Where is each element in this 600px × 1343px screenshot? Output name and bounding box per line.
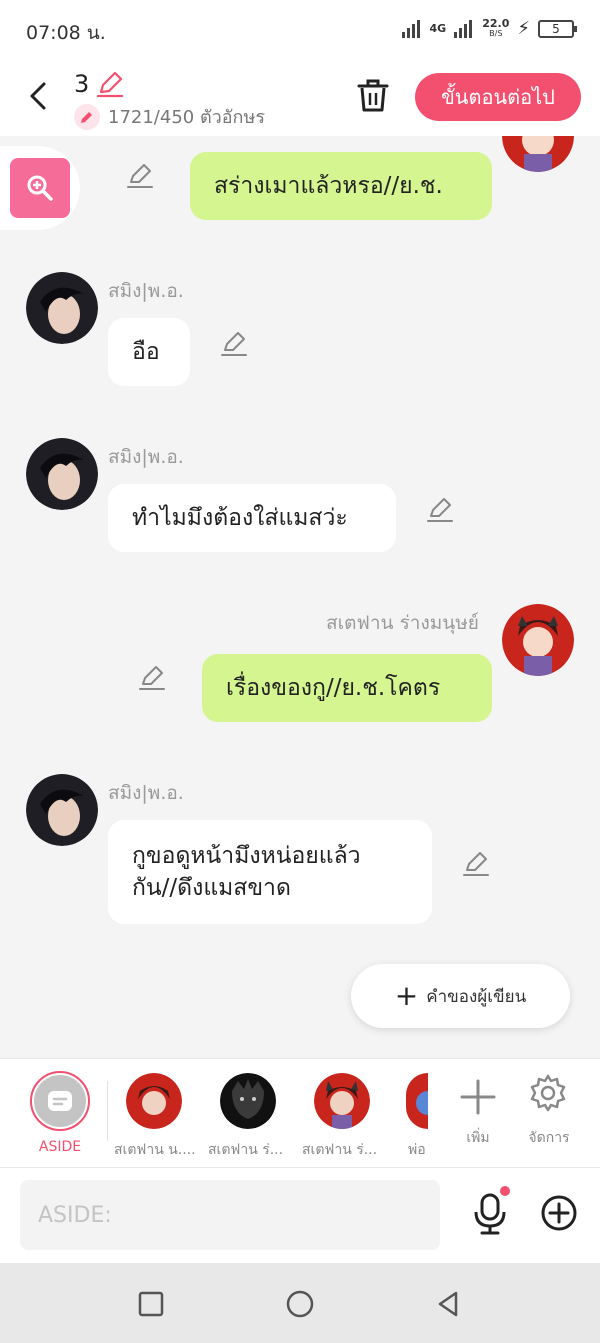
character-avatar[interactable]: [406, 1073, 428, 1129]
manage-characters-label[interactable]: จัดการ: [520, 1127, 578, 1149]
home-circle-icon[interactable]: [285, 1289, 315, 1319]
character-name[interactable]: สเตฟาน น....: [114, 1139, 196, 1161]
message-text: อือ: [132, 339, 160, 365]
recent-apps-square-icon[interactable]: [136, 1289, 166, 1319]
episode-number: 3: [74, 70, 90, 98]
character-avatar[interactable]: [126, 1073, 182, 1129]
signal-icon: [401, 19, 422, 38]
character-avatar[interactable]: [220, 1073, 276, 1129]
aside-character-button[interactable]: [30, 1071, 90, 1131]
add-character-plus-icon[interactable]: [456, 1075, 500, 1119]
microphone-icon[interactable]: [470, 1192, 510, 1236]
back-arrow-icon[interactable]: [20, 76, 56, 116]
message-bubble[interactable]: เรื่องของกู//ย.ช.โคตร: [202, 654, 492, 722]
message-bubble[interactable]: อือ: [108, 318, 190, 386]
chat-area[interactable]: สร่างเมาแล้วหรอ//ย.ช. สมิง|พ.อ. อือ สมิง…: [0, 136, 600, 1058]
network-type: 4G: [429, 22, 447, 35]
status-bar: 07:08 น. 4G 22.0 B/S ⚡ 5: [0, 0, 600, 60]
avatar-sming[interactable]: [26, 774, 98, 846]
character-avatar[interactable]: [314, 1073, 370, 1129]
narration-icon: [48, 1091, 72, 1111]
editor-header: 3 1721/450 ตัวอักษร ขั้นตอนต่อไป: [0, 60, 600, 136]
message-bubble[interactable]: สร่างเมาแล้วหรอ//ย.ช.: [190, 152, 492, 220]
zoom-in-button[interactable]: [10, 158, 70, 218]
avatar-stefan[interactable]: [502, 136, 574, 172]
trash-icon[interactable]: [355, 76, 391, 116]
character-count: 1721/450 ตัวอักษร: [74, 102, 265, 131]
sender-name: สมิง|พ.อ.: [108, 446, 184, 468]
edit-message-pencil-icon[interactable]: [220, 330, 248, 358]
message-text: สร่างเมาแล้วหรอ//ย.ช.: [214, 173, 443, 199]
battery-icon: 5: [538, 19, 577, 38]
sender-name: สมิง|พ.อ.: [108, 280, 184, 302]
sender-name: สมิง|พ.อ.: [108, 782, 184, 804]
status-time: 07:08 น.: [26, 22, 106, 44]
back-triangle-icon[interactable]: [434, 1289, 464, 1319]
pencil-badge-icon: [74, 103, 100, 130]
edit-message-pencil-icon[interactable]: [126, 162, 154, 190]
aside-label: ASIDE: [38, 1139, 82, 1155]
data-speed: 22.0 B/S: [482, 16, 510, 38]
add-character-label[interactable]: เพิ่ม: [456, 1127, 500, 1149]
message-bubble[interactable]: กูขอดูหน้ามึงหน่อยแล้ว กัน//ดึงแมสขาด: [108, 820, 432, 924]
message-text: เรื่องของกู//ย.ช.โคตร: [226, 675, 441, 701]
status-icons: 4G 22.0 B/S ⚡ 5: [401, 16, 577, 39]
character-name[interactable]: สเตฟาน ร่...: [208, 1139, 290, 1161]
sender-name: สเตฟาน ร่างมนุษย์: [326, 612, 479, 634]
character-name[interactable]: พ่อ: [408, 1139, 430, 1161]
signal-icon-2: [454, 19, 474, 38]
writer-note-label: คำของผู้เขียน: [426, 986, 527, 1007]
avatar-sming[interactable]: [26, 272, 98, 344]
edit-message-pencil-icon[interactable]: [138, 664, 166, 692]
notification-dot: [500, 1186, 510, 1196]
input-bar: [0, 1168, 600, 1263]
avatar-sming[interactable]: [26, 438, 98, 510]
plus-icon: +: [394, 979, 419, 1012]
charging-icon: ⚡: [517, 18, 530, 39]
edit-message-pencil-icon[interactable]: [462, 850, 490, 878]
message-text-line: กูขอดูหน้ามึงหน่อยแล้ว: [132, 843, 361, 869]
next-step-button[interactable]: ขั้นตอนต่อไป: [415, 73, 581, 121]
character-selector: ASIDE สเตฟาน น.... สเตฟาน ร่... สเตฟาน ร…: [0, 1058, 600, 1168]
character-name[interactable]: สเตฟาน ร่...: [302, 1139, 384, 1161]
aside-avatar: [34, 1075, 86, 1127]
system-nav-bar: [0, 1263, 600, 1343]
message-text: ทำไมมึงต้องใส่แมสว่ะ: [132, 505, 348, 531]
message-input[interactable]: [20, 1180, 440, 1250]
add-circle-icon[interactable]: [540, 1194, 578, 1232]
gear-icon[interactable]: [528, 1073, 568, 1113]
zoom-in-icon: [27, 175, 53, 201]
message-text-line: กัน//ดึงแมสขาด: [132, 875, 291, 901]
divider: [107, 1081, 108, 1141]
add-writer-note-button[interactable]: + คำของผู้เขียน: [351, 964, 570, 1028]
edit-title-pencil-icon[interactable]: [96, 70, 124, 98]
message-bubble[interactable]: ทำไมมึงต้องใส่แมสว่ะ: [108, 484, 396, 552]
avatar-stefan[interactable]: [502, 604, 574, 676]
character-count-text: 1721/450 ตัวอักษร: [108, 107, 265, 128]
edit-message-pencil-icon[interactable]: [426, 496, 454, 524]
